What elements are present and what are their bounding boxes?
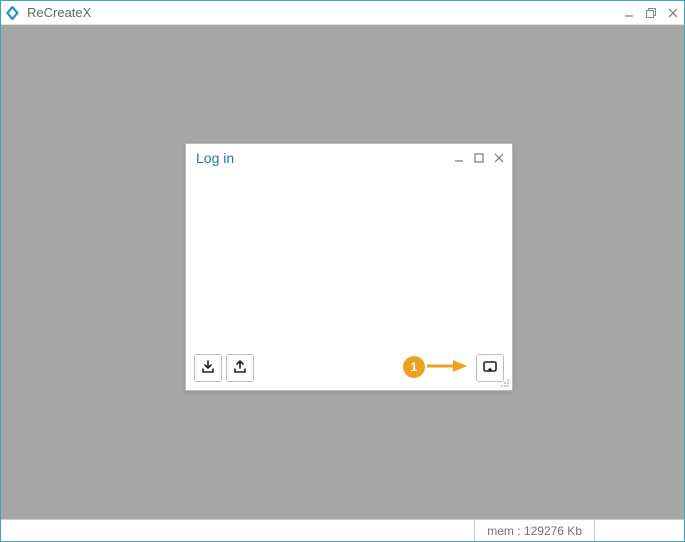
upload-button[interactable] bbox=[226, 354, 254, 382]
status-empty-cell bbox=[594, 520, 684, 541]
window-controls bbox=[622, 6, 680, 20]
content-area: Log in bbox=[1, 25, 684, 519]
app-title: ReCreateX bbox=[27, 5, 622, 20]
dialog-maximize-button[interactable] bbox=[472, 151, 486, 165]
download-button[interactable] bbox=[194, 354, 222, 382]
main-window: ReCreateX Log in bbox=[0, 0, 685, 542]
maximize-button[interactable] bbox=[644, 6, 658, 20]
dialog-titlebar: Log in bbox=[186, 144, 512, 170]
dialog-controls bbox=[452, 151, 506, 165]
statusbar: mem : 129276 Kb bbox=[1, 519, 684, 541]
titlebar: ReCreateX bbox=[1, 1, 684, 25]
close-button[interactable] bbox=[666, 6, 680, 20]
dialog-title: Log in bbox=[196, 150, 452, 166]
upload-icon bbox=[232, 359, 248, 378]
app-icon bbox=[5, 5, 21, 21]
minimize-button[interactable] bbox=[622, 6, 636, 20]
dialog-body bbox=[186, 170, 512, 390]
resize-grip[interactable] bbox=[498, 376, 510, 388]
popout-icon bbox=[482, 359, 498, 378]
dialog-toolbar bbox=[194, 352, 504, 384]
dialog-close-button[interactable] bbox=[492, 151, 506, 165]
download-icon bbox=[200, 359, 216, 378]
login-dialog: Log in bbox=[185, 143, 513, 391]
dialog-minimize-button[interactable] bbox=[452, 151, 466, 165]
status-memory: mem : 129276 Kb bbox=[474, 520, 594, 541]
